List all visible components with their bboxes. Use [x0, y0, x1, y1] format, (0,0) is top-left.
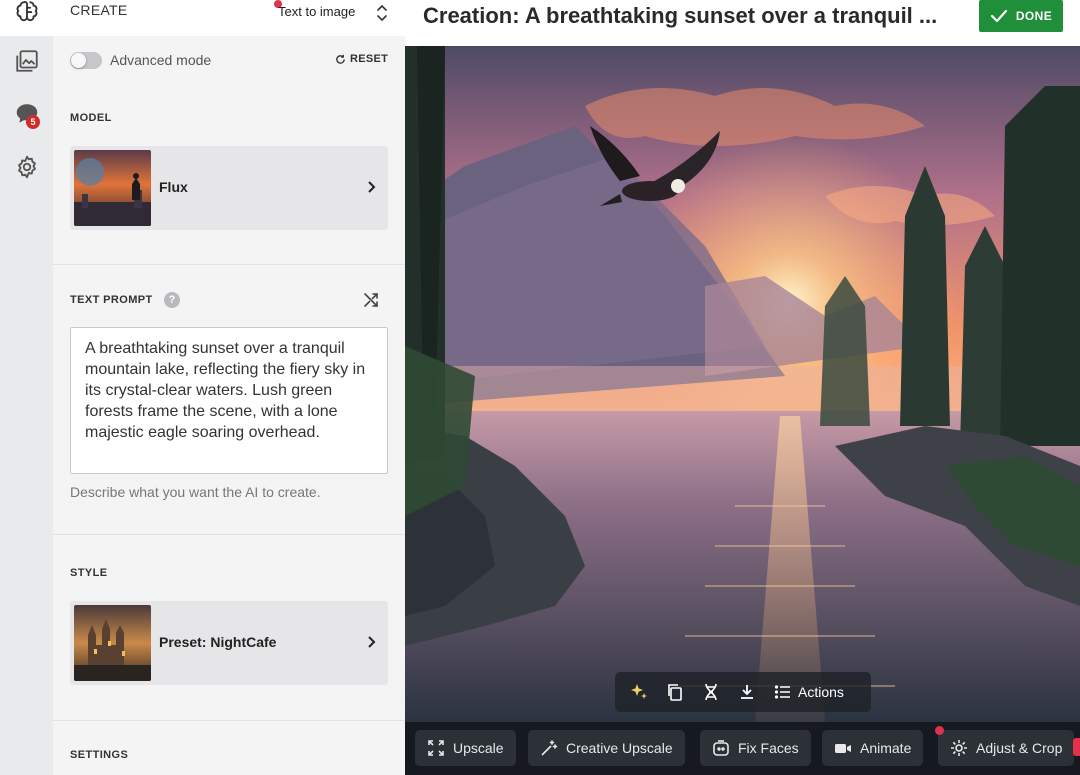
brain-icon	[16, 1, 37, 22]
settings-section-title: SETTINGS	[70, 749, 129, 761]
creation-title: Creation: A breathtaking sunset over a t…	[423, 3, 938, 28]
rail-chat[interactable]: 5	[0, 89, 53, 139]
model-card[interactable]: Flux	[70, 146, 388, 230]
download-icon	[741, 685, 753, 699]
download-button[interactable]	[737, 682, 757, 702]
model-name: Flux	[159, 179, 188, 195]
text-prompt-title: TEXT PROMPT	[70, 294, 153, 306]
style-name: Preset: NightCafe	[159, 634, 277, 650]
evolve-button[interactable]	[701, 682, 721, 702]
overflow-indicator[interactable]	[1073, 738, 1080, 756]
advanced-mode-row: Advanced mode RESET	[53, 36, 405, 86]
image-action-bar: Actions	[615, 672, 871, 712]
rail-create[interactable]	[0, 0, 53, 36]
gallery-icon	[15, 50, 38, 72]
new-feature-dot	[935, 726, 944, 735]
copy-icon	[668, 684, 682, 701]
section-divider	[53, 720, 405, 721]
upscale-label: Upscale	[453, 740, 504, 756]
rail-gallery[interactable]	[0, 36, 53, 86]
help-icon[interactable]: ?	[164, 292, 180, 308]
generated-image[interactable]: Actions	[405, 46, 1080, 722]
duplicate-button[interactable]	[665, 682, 685, 702]
adjust-icon	[951, 740, 967, 756]
shuffle-icon[interactable]	[362, 291, 380, 309]
animate-label: Animate	[860, 740, 912, 756]
gear-icon	[17, 155, 36, 179]
creation-panel: CREATE Text to image Advanced mode RESET…	[53, 0, 405, 775]
adjust-crop-label: Adjust & Crop	[976, 740, 1063, 756]
dna-icon	[705, 683, 717, 701]
style-card[interactable]: Preset: NightCafe	[70, 601, 388, 685]
reset-label: RESET	[350, 53, 389, 65]
actions-menu-button[interactable]: Actions	[773, 682, 844, 702]
animate-button[interactable]: Animate	[822, 730, 924, 766]
refresh-icon	[336, 54, 345, 64]
reset-button[interactable]: RESET	[335, 53, 388, 65]
adjust-crop-button[interactable]: Adjust & Crop	[935, 726, 1075, 766]
style-thumbnail	[74, 605, 151, 681]
section-divider	[53, 264, 405, 265]
advanced-mode-label: Advanced mode	[110, 52, 212, 68]
prompt-textarea[interactable]: A breathtaking sunset over a tranquil mo…	[70, 327, 388, 474]
check-icon	[990, 9, 1007, 23]
main-view: Creation: A breathtaking sunset over a t…	[405, 0, 1080, 775]
face-fix-icon	[713, 740, 729, 756]
create-header: CREATE Text to image	[53, 0, 405, 36]
magic-wand-icon	[541, 740, 558, 756]
model-section-title: MODEL	[70, 112, 112, 124]
mode-select[interactable]: Text to image	[278, 4, 355, 19]
fix-faces-button[interactable]: Fix Faces	[700, 730, 811, 766]
done-button[interactable]: DONE	[979, 0, 1063, 32]
section-divider	[53, 534, 405, 535]
list-icon	[774, 685, 790, 699]
icon-rail: 5	[0, 0, 53, 775]
fix-faces-label: Fix Faces	[738, 740, 799, 756]
chevron-up-down-icon[interactable]	[375, 2, 389, 24]
style-section-title: STYLE	[70, 567, 108, 579]
prompt-hint: Describe what you want the AI to create.	[70, 484, 321, 500]
model-thumbnail	[74, 150, 151, 226]
actions-label: Actions	[798, 684, 844, 700]
bottom-action-bar: Upscale Creative Upscale Fix Faces Anima…	[405, 722, 1080, 775]
sparkle-icon	[631, 684, 647, 699]
done-label: DONE	[1015, 9, 1053, 23]
creative-upscale-label: Creative Upscale	[566, 740, 673, 756]
upscale-button[interactable]: Upscale	[415, 730, 516, 766]
app-root: 5 CREATE Text to image Advanced mode RES…	[0, 0, 1080, 775]
creation-header: Creation: A breathtaking sunset over a t…	[405, 0, 1080, 46]
enhance-button[interactable]	[629, 682, 649, 702]
expand-icon	[428, 740, 444, 756]
chevron-right-icon	[368, 181, 376, 193]
create-label: CREATE	[70, 2, 128, 18]
creative-upscale-button[interactable]: Creative Upscale	[528, 730, 685, 766]
notification-badge: 5	[26, 115, 40, 129]
video-camera-icon	[835, 744, 851, 753]
rail-settings[interactable]	[0, 142, 53, 192]
chevron-right-icon	[368, 636, 376, 648]
advanced-mode-toggle[interactable]	[70, 52, 102, 69]
